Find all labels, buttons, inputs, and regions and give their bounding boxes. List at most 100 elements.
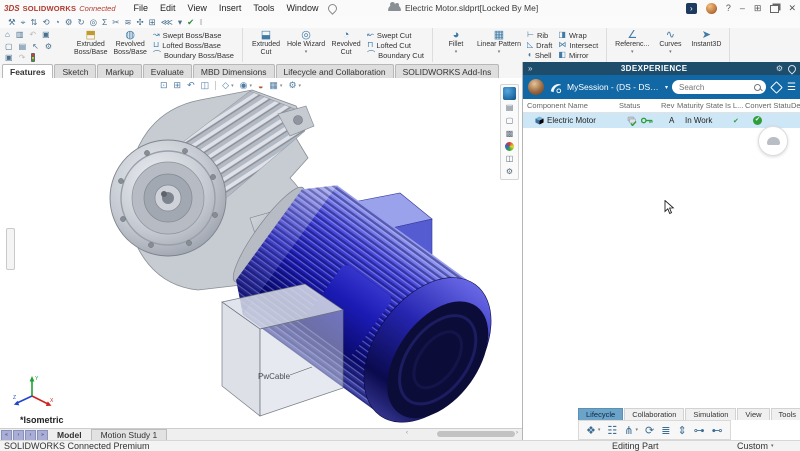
- tool-icon-5[interactable]: ◔: [55, 16, 60, 28]
- search-icon[interactable]: [754, 84, 761, 91]
- model-electric-motor[interactable]: PwCable: [100, 86, 510, 426]
- panel-menu-icon[interactable]: ☰: [787, 82, 796, 93]
- dropdown-caret-icon[interactable]: ▾: [631, 50, 634, 55]
- scroll-left-icon[interactable]: ‹: [406, 430, 408, 436]
- col-maturity-state[interactable]: Maturity State: [677, 101, 725, 110]
- tool-icon-13[interactable]: ⊞: [149, 16, 156, 28]
- options-gear-icon[interactable]: ⚙: [45, 42, 52, 51]
- select-cursor-icon[interactable]: ↖: [32, 42, 39, 51]
- swept-boss-base-button[interactable]: ↝ Swept Boss/Base: [153, 31, 234, 40]
- col-description[interactable]: Des: [791, 101, 800, 110]
- draft-button[interactable]: ◺ Draft: [527, 41, 552, 50]
- refresh-sync-icon[interactable]: ⟳: [645, 424, 654, 437]
- tab-markup[interactable]: Markup: [97, 64, 141, 78]
- redo-icon[interactable]: ↷: [19, 53, 26, 62]
- tab-view[interactable]: View: [737, 408, 769, 420]
- shell-button[interactable]: ◖ Shell: [527, 51, 552, 60]
- col-rev[interactable]: Rev: [661, 101, 677, 110]
- extruded-boss-base-button[interactable]: ⬒ Extruded Boss/Base: [71, 29, 110, 61]
- lofted-boss-base-button[interactable]: ⊔ Lofted Boss/Base: [153, 41, 234, 50]
- tab-simulation[interactable]: Simulation: [685, 408, 736, 420]
- col-convert-status[interactable]: Convert Status: [745, 101, 791, 110]
- menu-window[interactable]: Window: [280, 0, 324, 16]
- platform-icon[interactable]: ›: [686, 3, 697, 14]
- trim-icon[interactable]: ✂: [112, 16, 119, 28]
- session-selector[interactable]: MySession - (DS - DSQRL070 - E...: [567, 82, 661, 92]
- tab-evaluate[interactable]: Evaluate: [143, 64, 192, 78]
- table-row[interactable]: Electric Motor A In Work ✔ ✔: [523, 113, 800, 128]
- dropdown-caret-icon[interactable]: ▾: [178, 16, 182, 28]
- menu-file[interactable]: File: [128, 0, 155, 16]
- col-is-locked[interactable]: Is L...: [725, 101, 745, 110]
- appearances-icon[interactable]: [505, 142, 514, 151]
- tool-icon-6[interactable]: ⚙: [65, 16, 73, 28]
- scroll-right-icon[interactable]: ›: [516, 430, 518, 436]
- chevron-down-icon[interactable]: ▾: [665, 84, 668, 91]
- tab-lifecycle-collaboration[interactable]: Lifecycle and Collaboration: [276, 64, 394, 78]
- fillet-button[interactable]: ◕ Fillet ▾: [438, 29, 474, 61]
- extruded-cut-button[interactable]: ⬓ Extruded Cut: [248, 29, 284, 61]
- dropdown-caret-icon[interactable]: ▾: [455, 50, 458, 55]
- layout-icon[interactable]: ⊞: [754, 3, 762, 14]
- boundary-boss-base-button[interactable]: ⌒ Boundary Boss/Base: [153, 51, 234, 60]
- update-version-icon[interactable]: ⊷: [712, 424, 723, 437]
- swept-cut-button[interactable]: ↜ Swept Cut: [367, 31, 424, 40]
- graphics-viewport[interactable]: ⊡ ⊞ ↶ ◫ ◇▾ ◉▾ ◒ ▦▾ ⚙▾: [0, 78, 522, 428]
- cable-conduit-box[interactable]: [222, 284, 343, 416]
- tool-icon-2[interactable]: ⌖: [21, 16, 26, 28]
- tab-features[interactable]: Features: [2, 64, 53, 78]
- panel-settings-gear-icon[interactable]: ⚙: [776, 64, 783, 73]
- hole-wizard-button[interactable]: ◎ Hole Wizard ▾: [284, 29, 328, 61]
- tool-icon-4[interactable]: ⟲: [43, 16, 50, 28]
- close-icon[interactable]: ✕: [788, 3, 796, 14]
- search-input[interactable]: [677, 82, 751, 93]
- restore-icon[interactable]: [770, 5, 779, 13]
- tag-icon[interactable]: [770, 81, 783, 94]
- new-doc-icon[interactable]: ▢: [5, 42, 13, 51]
- intersect-button[interactable]: ⋈ Intersect: [558, 41, 598, 50]
- search-box[interactable]: [672, 80, 766, 94]
- insert-version-icon[interactable]: ⇕: [677, 424, 686, 437]
- panel-pin-icon[interactable]: [786, 63, 797, 74]
- equations-icon[interactable]: Σ: [102, 16, 107, 28]
- tab-scroll-first-icon[interactable]: «: [1, 430, 12, 441]
- menu-edit[interactable]: Edit: [154, 0, 182, 16]
- undo-icon[interactable]: ↶: [29, 30, 36, 39]
- tool-icon-3[interactable]: ⇅: [30, 16, 37, 28]
- menu-view[interactable]: View: [182, 0, 213, 16]
- tab-mbd-dimensions[interactable]: MBD Dimensions: [193, 64, 275, 78]
- boundary-cut-button[interactable]: ⌒ Boundary Cut: [367, 51, 424, 60]
- curves-button[interactable]: ∿ Curves ▾: [652, 29, 688, 61]
- save-revision-icon[interactable]: ☷: [607, 424, 617, 437]
- linear-pattern-button[interactable]: ▦ Linear Pattern ▾: [474, 29, 524, 61]
- file-explorer-icon[interactable]: ▢: [506, 116, 514, 126]
- dropdown-caret-icon[interactable]: ▾: [498, 50, 501, 55]
- view-palette-icon[interactable]: ▩: [506, 129, 514, 139]
- tool-icon-7[interactable]: ↻: [77, 16, 84, 28]
- window-icon[interactable]: ▣: [42, 30, 50, 39]
- rebuild-check-icon[interactable]: ✔: [187, 16, 194, 28]
- assistant-floating-button[interactable]: [758, 126, 788, 156]
- revolved-boss-base-button[interactable]: ◍ Revolved Boss/Base: [110, 29, 149, 61]
- structure-tree-icon[interactable]: ≣: [661, 424, 670, 437]
- lofted-cut-button[interactable]: ⊓ Lofted Cut: [367, 41, 424, 50]
- help-icon[interactable]: ?: [726, 3, 731, 13]
- home-icon[interactable]: ⌂: [5, 30, 10, 39]
- dropdown-caret-icon[interactable]: ▾: [598, 427, 601, 433]
- wrap-button[interactable]: ◨ Wrap: [558, 31, 598, 40]
- instant3d-button[interactable]: ➤ Instant3D: [688, 29, 724, 61]
- 3dexperience-tab-icon[interactable]: [503, 87, 516, 100]
- mirror-button[interactable]: ◧ Mirror: [558, 51, 598, 60]
- user-avatar[interactable]: [706, 3, 717, 14]
- pin-menu-icon[interactable]: [327, 2, 340, 15]
- col-status[interactable]: Status: [619, 101, 661, 110]
- tab-strip-scrollbar[interactable]: [437, 431, 515, 437]
- user-avatar[interactable]: [528, 79, 544, 95]
- tab-scroll-next-icon[interactable]: ›: [25, 430, 36, 441]
- tab-sketch[interactable]: Sketch: [54, 64, 96, 78]
- custom-properties-icon[interactable]: ⚙: [506, 167, 513, 177]
- share-network-icon[interactable]: ⋔: [624, 424, 633, 437]
- minimize-icon[interactable]: –: [740, 3, 745, 13]
- menu-tools[interactable]: Tools: [247, 0, 280, 16]
- dropdown-caret-icon[interactable]: ▾: [635, 427, 638, 433]
